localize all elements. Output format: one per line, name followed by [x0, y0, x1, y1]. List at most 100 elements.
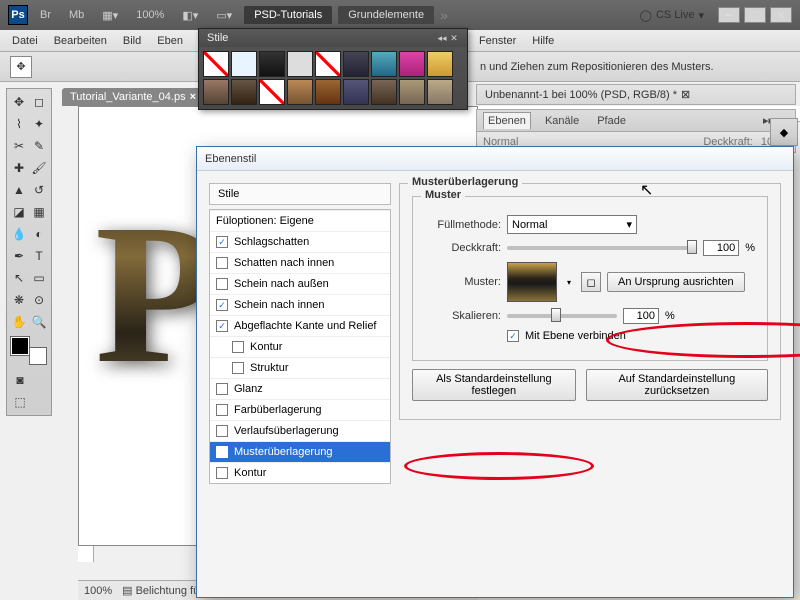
item-schatten-innen[interactable]: Schatten nach innen — [210, 252, 390, 273]
document-tab[interactable]: Tutorial_Variante_04.ps × — [62, 88, 204, 106]
deckkraft-input[interactable]: 100 — [703, 240, 739, 256]
mit-ebene-checkbox[interactable] — [507, 330, 519, 342]
item-kontur-sub[interactable]: Kontur — [210, 336, 390, 357]
item-abgeflachte[interactable]: Abgeflachte Kante und Relief — [210, 315, 390, 336]
style-swatch[interactable] — [371, 79, 397, 105]
current-tool-icon[interactable]: ✥ — [10, 56, 32, 78]
pattern-swatch[interactable] — [507, 262, 557, 302]
style-swatch[interactable] — [231, 79, 257, 105]
blur-tool-icon[interactable]: 💧 — [10, 224, 28, 244]
style-swatch[interactable] — [259, 51, 285, 77]
document2-tab[interactable]: Unbenannt-1 bei 100% (PSD, RGB/8) * ⊠ — [476, 84, 796, 105]
zoom-level[interactable]: 100% — [130, 7, 170, 23]
type-tool-icon[interactable]: T — [30, 246, 48, 266]
checkbox-icon[interactable] — [216, 278, 228, 290]
checkbox-icon[interactable] — [216, 404, 228, 416]
ursprung-button[interactable]: An Ursprung ausrichten — [607, 272, 745, 292]
item-verlaufsueberlagerung[interactable]: Verlaufsüberlagerung — [210, 420, 390, 441]
eraser-tool-icon[interactable]: ◪ — [10, 202, 28, 222]
history-brush-tool-icon[interactable]: ↺ — [30, 180, 48, 200]
screenmode-tool-icon[interactable]: ⬚ — [10, 392, 30, 412]
item-fuelloptionen[interactable]: Füloptionen: Eigene — [210, 210, 390, 231]
tab-kanale[interactable]: Kanäle — [541, 113, 583, 129]
brush-tool-icon[interactable]: 🖌 — [30, 158, 48, 178]
menu-fenster[interactable]: Fenster — [479, 35, 516, 47]
skalieren-slider[interactable] — [507, 314, 617, 318]
checkbox-icon[interactable] — [216, 236, 228, 248]
styles-panel-collapse-icon[interactable]: ◂◂ — [437, 33, 447, 43]
screenmode-button[interactable]: ▭▾ — [210, 7, 238, 24]
styles-panel-close-icon[interactable]: ✕ — [449, 33, 459, 43]
checkbox-icon[interactable] — [216, 467, 228, 479]
workspace-tab-psdtutorials[interactable]: PSD-Tutorials — [244, 6, 332, 24]
menu-datei[interactable]: Datei — [12, 35, 38, 47]
style-swatch[interactable] — [287, 79, 313, 105]
style-swatch[interactable] — [203, 51, 229, 77]
checkbox-icon[interactable] — [216, 446, 228, 458]
item-musterueberlagerung[interactable]: Musterüberlagerung — [210, 441, 390, 462]
tab-ebenen[interactable]: Ebenen — [483, 112, 531, 129]
menu-ebenen[interactable]: Eben — [157, 35, 183, 47]
item-kontur2[interactable]: Kontur — [210, 462, 390, 483]
dodge-tool-icon[interactable]: ◐ — [30, 224, 48, 244]
style-swatch[interactable] — [343, 51, 369, 77]
window-minimize-icon[interactable]: ━ — [718, 7, 740, 23]
style-swatch[interactable] — [315, 79, 341, 105]
deckkraft-slider[interactable] — [507, 246, 697, 250]
tab-pfade[interactable]: Pfade — [593, 113, 630, 129]
set-default-button[interactable]: Als Standardeinstellung festlegen — [412, 369, 576, 401]
lasso-tool-icon[interactable]: ⌇ — [10, 114, 28, 134]
style-swatch[interactable] — [399, 51, 425, 77]
style-swatch[interactable] — [231, 51, 257, 77]
item-glanz[interactable]: Glanz — [210, 378, 390, 399]
side-layers-icon[interactable]: ◆ — [770, 118, 798, 146]
skalieren-input[interactable]: 100 — [623, 308, 659, 324]
status-zoom[interactable]: 100% — [84, 585, 112, 597]
style-swatch[interactable] — [343, 79, 369, 105]
crop-tool-icon[interactable]: ✂ — [10, 136, 28, 156]
workspace-tab-grundelemente[interactable]: Grundelemente — [338, 6, 434, 24]
wand-tool-icon[interactable]: ✦ — [30, 114, 48, 134]
dialog-titlebar[interactable]: Ebenenstil — [197, 147, 793, 171]
hand-tool-icon[interactable]: ✋ — [10, 312, 28, 332]
style-list-header[interactable]: Stile — [209, 183, 391, 205]
pen-tool-icon[interactable]: ✒ — [10, 246, 28, 266]
checkbox-icon[interactable] — [232, 341, 244, 353]
item-schein-innen[interactable]: Schein nach innen — [210, 294, 390, 315]
color-swatches[interactable] — [11, 337, 47, 365]
gradient-tool-icon[interactable]: ▦ — [30, 202, 48, 222]
eyedropper-tool-icon[interactable]: ✎ — [30, 136, 48, 156]
menu-hilfe[interactable]: Hilfe — [532, 35, 554, 47]
viewextras-button[interactable]: ▦▾ — [96, 7, 124, 24]
zoom-tool-icon[interactable]: 🔍 — [30, 312, 48, 332]
checkbox-icon[interactable] — [216, 299, 228, 311]
bridge-button[interactable]: Br — [34, 7, 57, 23]
document-close-icon[interactable]: × — [190, 91, 196, 103]
heal-tool-icon[interactable]: ✚ — [10, 158, 28, 178]
new-pattern-icon[interactable]: ◻ — [581, 272, 601, 292]
path-tool-icon[interactable]: ↖ — [10, 268, 28, 288]
style-swatch[interactable] — [203, 79, 229, 105]
minibridge-button[interactable]: Mb — [63, 7, 90, 23]
window-restore-icon[interactable]: ◱ — [744, 7, 766, 23]
checkbox-icon[interactable] — [216, 257, 228, 269]
style-swatch[interactable] — [259, 79, 285, 105]
reset-default-button[interactable]: Auf Standardeinstellung zurücksetzen — [586, 369, 768, 401]
workspace-more-icon[interactable]: » — [440, 7, 448, 23]
style-swatch[interactable] — [315, 51, 341, 77]
menu-bild[interactable]: Bild — [123, 35, 141, 47]
fuellmethode-select[interactable]: Normal▾ — [507, 215, 637, 234]
marquee-tool-icon[interactable]: ◻ — [30, 92, 48, 112]
item-schein-aussen[interactable]: Schein nach außen — [210, 273, 390, 294]
style-swatch[interactable] — [371, 51, 397, 77]
move-tool-icon[interactable]: ✥ — [10, 92, 28, 112]
arrange-button[interactable]: ◧▾ — [176, 7, 204, 24]
quickmask-icon[interactable]: ◙ — [10, 370, 30, 390]
menu-bearbeiten[interactable]: Bearbeiten — [54, 35, 107, 47]
checkbox-icon[interactable] — [216, 383, 228, 395]
camera-tool-icon[interactable]: ⊙ — [30, 290, 48, 310]
item-struktur-sub[interactable]: Struktur — [210, 357, 390, 378]
document2-close-icon[interactable]: ⊠ — [681, 88, 690, 101]
checkbox-icon[interactable] — [216, 425, 228, 437]
shape-tool-icon[interactable]: ▭ — [30, 268, 48, 288]
